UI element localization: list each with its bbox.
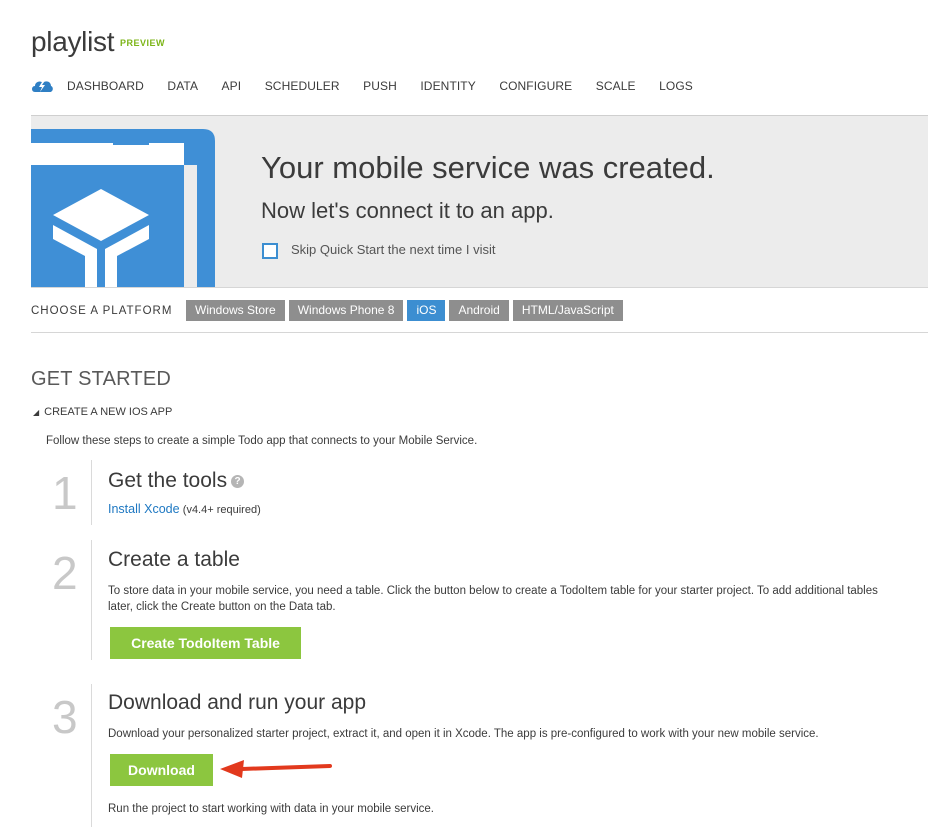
nav-data[interactable]: DATA (167, 79, 198, 93)
step-divider (91, 684, 92, 827)
quickstart-banner: Your mobile service was created. Now let… (31, 115, 928, 287)
step-number-2: 2 (52, 547, 78, 599)
nav-push[interactable]: PUSH (363, 79, 397, 93)
create-todoitem-table-button[interactable]: Create TodoItem Table (110, 627, 301, 659)
skip-quickstart-label[interactable]: Skip Quick Start the next time I visit (291, 242, 495, 257)
step-divider (91, 460, 92, 525)
platform-tabs: Windows Store Windows Phone 8 iOS Androi… (186, 300, 627, 321)
step-3-footer: Run the project to start working with da… (108, 803, 434, 815)
create-ios-app-toggle[interactable]: ◢ CREATE A NEW IOS APP (33, 406, 172, 418)
nav-scale[interactable]: SCALE (596, 79, 636, 93)
intro-text: Follow these steps to create a simple To… (46, 435, 478, 447)
step-divider (91, 540, 92, 660)
nav-api[interactable]: API (222, 79, 242, 93)
step-2-text-line-1: To store data in your mobile service, yo… (108, 585, 878, 597)
platform-chooser: CHOOSE A PLATFORM Windows Store Windows … (31, 287, 928, 333)
step-2-title: Create a table (108, 548, 240, 571)
nav-logs[interactable]: LOGS (659, 79, 693, 93)
xcode-version-note: (v4.4+ required) (182, 504, 261, 516)
banner-subtitle: Now let's connect it to an app. (261, 198, 554, 223)
step-number-3: 3 (52, 691, 78, 743)
step-2-text: To store data in your mobile service, yo… (108, 583, 923, 615)
nav-dashboard[interactable]: DASHBOARD (67, 79, 144, 93)
nav-configure[interactable]: CONFIGURE (499, 79, 572, 93)
skip-quickstart-checkbox[interactable] (262, 243, 278, 259)
nav-scheduler[interactable]: SCHEDULER (265, 79, 340, 93)
tab-windows-store[interactable]: Windows Store (186, 300, 285, 321)
step-2-text-line-2: later, click the Create button on the Da… (108, 601, 336, 613)
help-icon[interactable]: ? (231, 474, 245, 488)
mobile-device-illustration (31, 129, 215, 287)
preview-badge: PREVIEW (120, 38, 166, 48)
choose-platform-label: CHOOSE A PLATFORM (31, 305, 173, 317)
app-title: playlist (31, 26, 115, 57)
tab-ios[interactable]: iOS (407, 300, 446, 321)
nav-identity[interactable]: IDENTITY (420, 79, 475, 93)
top-nav: DASHBOARD DATA API SCHEDULER PUSH IDENTI… (31, 78, 716, 94)
banner-title: Your mobile service was created. (261, 150, 715, 185)
step-1-title: Get the tools? (108, 469, 245, 493)
step-3-title: Download and run your app (108, 691, 367, 714)
tab-html-javascript[interactable]: HTML/JavaScript (512, 300, 623, 321)
step-1-title-text: Get the tools (108, 469, 228, 492)
section-title: CREATE A NEW IOS APP (44, 406, 173, 418)
download-button[interactable]: Download (110, 754, 213, 786)
tab-windows-phone-8[interactable]: Windows Phone 8 (288, 300, 404, 321)
step-3-text: Download your personalized starter proje… (108, 728, 819, 740)
install-xcode-link[interactable]: Install Xcode (108, 502, 180, 516)
get-started-heading: GET STARTED (31, 368, 172, 390)
cloud-lightning-icon[interactable] (31, 79, 53, 93)
collapse-triangle-icon: ◢ (33, 407, 40, 417)
annotation-arrow-icon (220, 760, 332, 778)
tab-android[interactable]: Android (449, 300, 509, 321)
step-1-text: Install Xcode (v4.4+ required) (108, 501, 261, 518)
step-number-1: 1 (52, 467, 78, 519)
